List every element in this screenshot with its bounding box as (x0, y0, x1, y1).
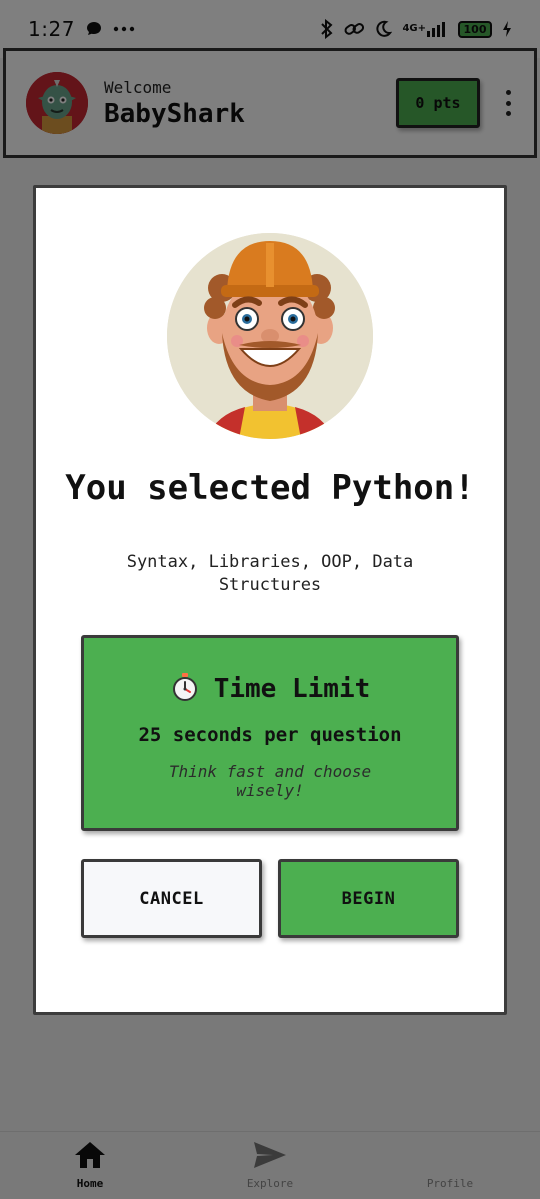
language-selected-dialog: You selected Python! Syntax, Libraries, … (33, 185, 507, 1015)
dialog-title: You selected Python! (65, 468, 475, 508)
cancel-button[interactable]: CANCEL (81, 859, 262, 938)
dialog-subtitle: Syntax, Libraries, OOP, Data Structures (126, 552, 414, 595)
begin-button[interactable]: BEGIN (278, 859, 459, 938)
time-limit-card: Time Limit 25 seconds per question Think… (81, 635, 459, 831)
character-illustration (167, 233, 373, 439)
time-limit-title: Time Limit (213, 674, 371, 704)
dialog-actions: CANCEL BEGIN (81, 859, 459, 938)
time-limit-detail: 25 seconds per question (138, 724, 402, 746)
stopwatch-icon (170, 672, 200, 706)
time-limit-hint: Think fast and choose wisely! (168, 762, 372, 800)
